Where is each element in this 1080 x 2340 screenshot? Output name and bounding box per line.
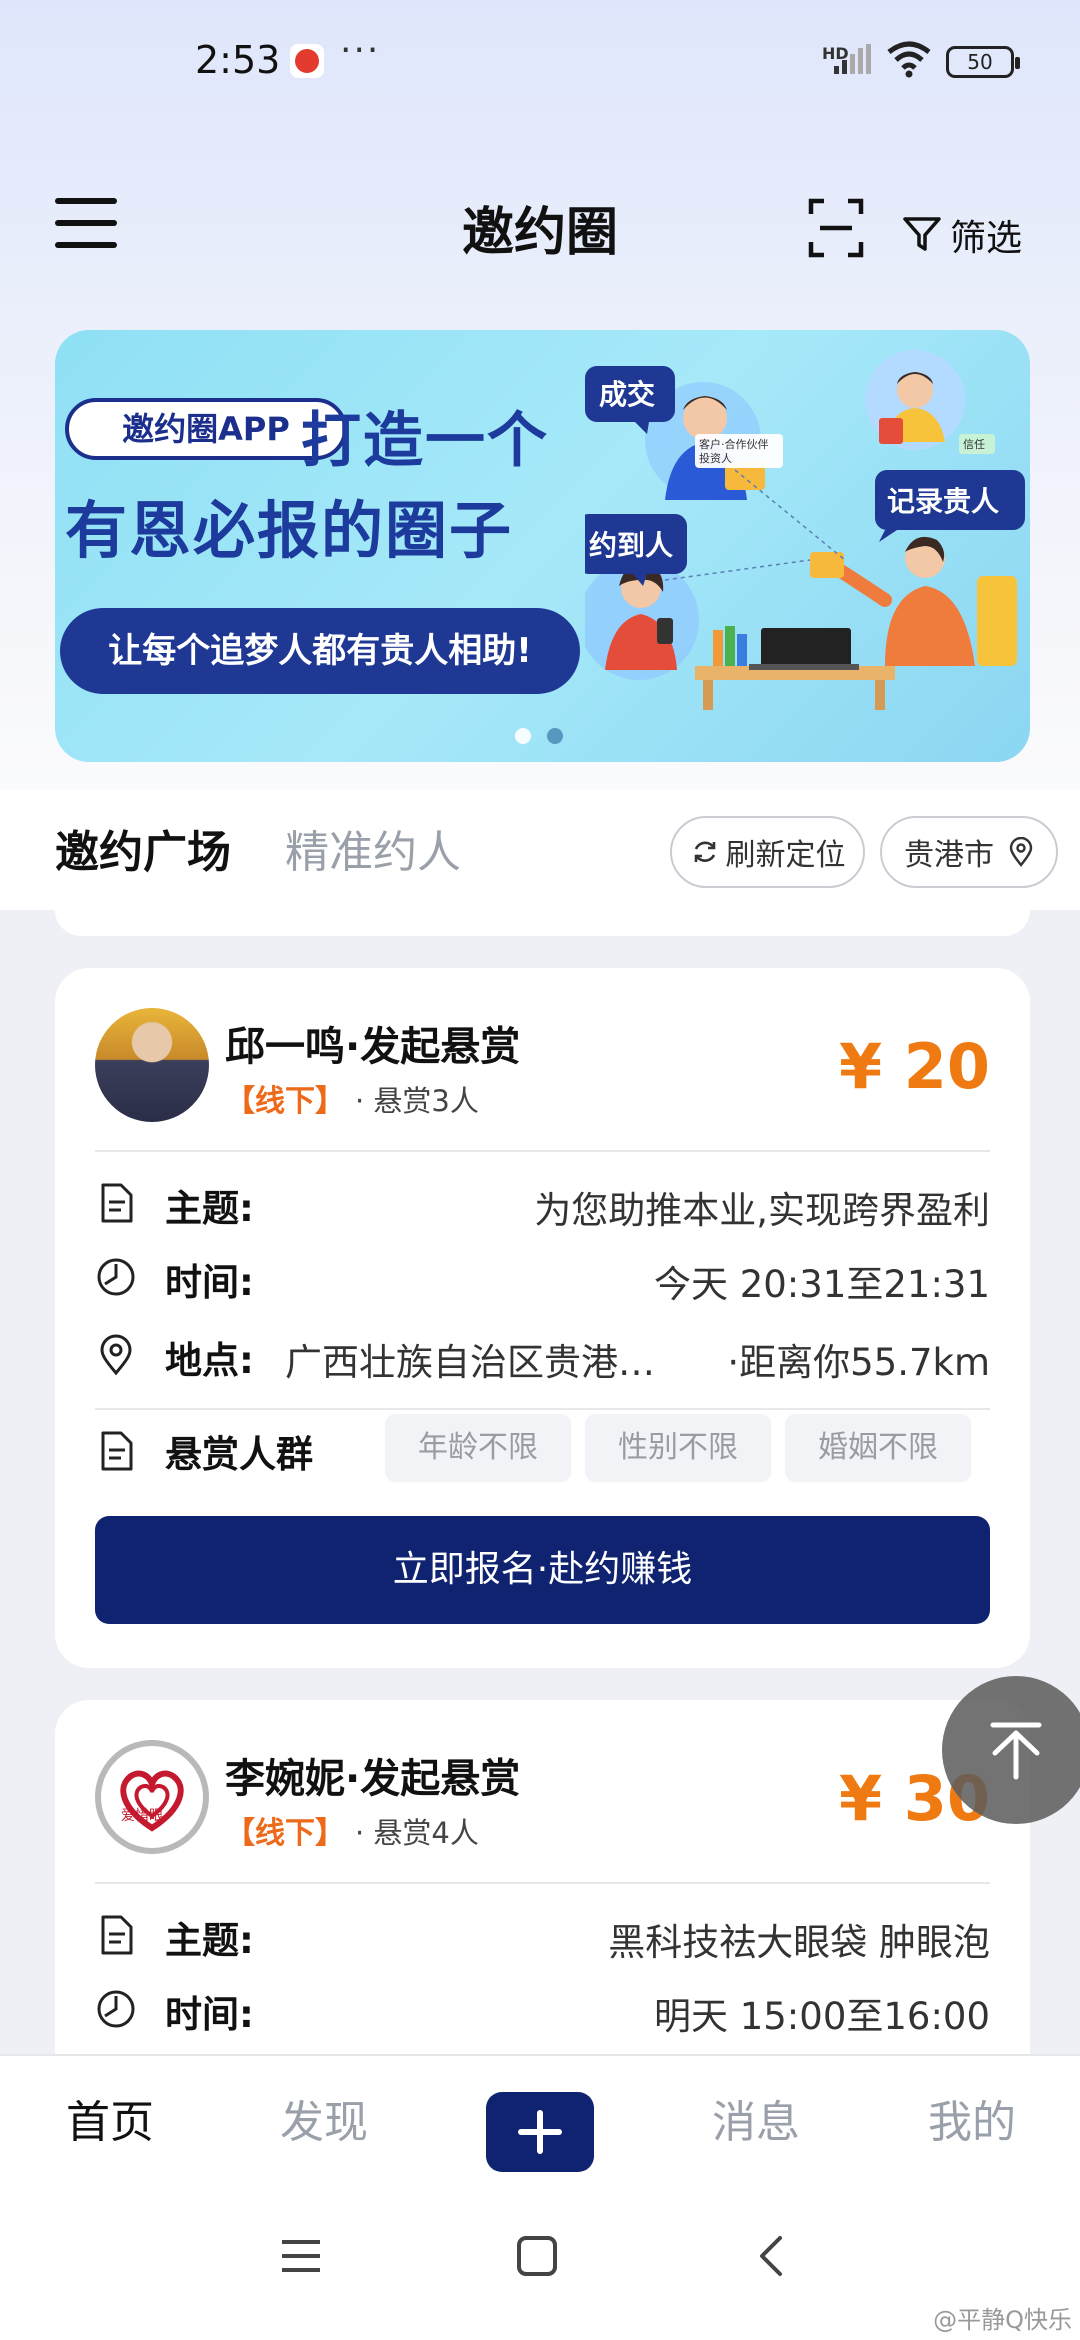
status-time: 2:53: [195, 38, 281, 82]
invitation-card[interactable]: 邱一鸣·发起悬赏 【线下】 · 悬赏3人 ¥ 20 主题: 为您助推本业,实现跨…: [55, 968, 1030, 1668]
tab-invitation-square[interactable]: 邀约广场: [55, 816, 231, 880]
reward-count: · 悬赏3人: [355, 1084, 479, 1118]
document-icon: [101, 1915, 133, 1955]
distance-value: ·距离你55.7km: [727, 1341, 990, 1384]
bubble-meet-text: 约到人: [589, 529, 673, 562]
refresh-icon: [694, 841, 715, 862]
arrow-up-icon: [990, 1722, 1042, 1780]
battery-icon: 50: [946, 46, 1020, 78]
bottom-navigation: 首页 发现 消息 我的: [0, 2054, 1080, 2194]
place-row: 地点: 广西壮族自治区贵港市港北区 ·距离你55.7km: [95, 1324, 990, 1384]
bubble-deal-text: 成交: [599, 378, 655, 411]
svg-text:客户·合作伙伴: 客户·合作伙伴: [699, 437, 769, 451]
time-row: 时间: 今天 20:31至21:31: [95, 1246, 990, 1306]
divider: [95, 1408, 990, 1410]
clock-icon: [97, 1258, 135, 1296]
video-app-icon: [290, 44, 324, 78]
topic-value: 黑科技祛大眼袋 肿眼泡: [608, 1921, 990, 1964]
watermark: @平静Q快乐: [933, 2306, 1072, 2334]
status-bar: 2:53 ··· HD 50: [0, 0, 1080, 120]
location-pin-icon: [1009, 837, 1033, 867]
back-chevron-icon[interactable]: [752, 2234, 792, 2278]
banner-dot-2: [547, 728, 563, 744]
reward-price: ¥ 20: [838, 1030, 990, 1103]
document-icon: [101, 1183, 133, 1223]
heart-logo-icon: 爱惜眼: [120, 1770, 184, 1832]
banner-title-line1: 打造一个: [301, 406, 549, 476]
age-chip: 年龄不限: [385, 1414, 571, 1482]
banner-dot-1: [515, 728, 531, 744]
avatar[interactable]: [95, 1008, 209, 1122]
reward-count: · 悬赏4人: [355, 1816, 479, 1850]
offline-tag: 【线下】: [225, 1084, 345, 1119]
filter-icon: [903, 217, 941, 251]
marriage-chip: 婚姻不限: [785, 1414, 971, 1482]
city-label: 贵港市: [904, 838, 994, 873]
topic-value: 为您助推本业,实现跨界盈利: [534, 1189, 990, 1232]
add-post-button[interactable]: [486, 2092, 594, 2172]
system-navigation-bar: [0, 2194, 1080, 2340]
tabs-row: 邀约广场 精准约人 刷新定位 贵港市: [0, 790, 1080, 910]
svg-text:投资人: 投资人: [699, 451, 732, 465]
avatar[interactable]: 爱惜眼: [95, 1740, 209, 1854]
signal-icon: [834, 44, 871, 74]
more-notifications-icon: ···: [340, 30, 381, 71]
address-value: 广西壮族自治区贵港市港北区: [285, 1341, 665, 1384]
invitation-card[interactable]: 爱惜眼 李婉妮·发起悬赏 【线下】 · 悬赏4人 ¥ 30 主题: 黑科技祛大眼…: [55, 1700, 1030, 2054]
city-select-button[interactable]: 贵港市: [880, 816, 1058, 888]
nav-messages[interactable]: 消息: [712, 2086, 800, 2150]
time-value: 今天 20:31至21:31: [653, 1263, 990, 1306]
filter-button[interactable]: 筛选: [902, 210, 1022, 260]
time-label: 时间:: [165, 1261, 254, 1304]
promo-banner[interactable]: 邀约圈APP 打造一个 有恩必报的圈子 让每个追梦人都有贵人相助! 成交 客户·…: [55, 330, 1030, 762]
refresh-location-label: 刷新定位: [725, 838, 846, 873]
svg-text:信任: 信任: [963, 438, 985, 451]
time-label: 时间:: [165, 1993, 254, 2036]
nav-mine[interactable]: 我的: [928, 2086, 1016, 2150]
offline-tag: 【线下】: [225, 1816, 345, 1851]
divider: [95, 1150, 990, 1152]
tab-precise-invite[interactable]: 精准约人: [285, 816, 461, 880]
time-value: 明天 15:00至16:00: [653, 1995, 990, 2038]
document-icon: [101, 1431, 133, 1471]
home-square-icon[interactable]: [514, 2234, 560, 2278]
location-pin-icon: [100, 1334, 132, 1376]
invitation-list[interactable]: 邱一鸣·发起悬赏 【线下】 · 悬赏3人 ¥ 20 主题: 为您助推本业,实现跨…: [0, 910, 1080, 2054]
nav-discover[interactable]: 发现: [280, 2086, 368, 2150]
time-row: 时间: 明天 15:00至16:00: [95, 1978, 990, 2038]
clock-icon: [97, 1990, 135, 2028]
back-to-top-button[interactable]: [942, 1676, 1080, 1824]
topic-label: 主题:: [165, 1919, 254, 1962]
place-label: 地点:: [165, 1339, 254, 1382]
crowd-label: 悬赏人群: [165, 1433, 313, 1476]
recent-apps-icon[interactable]: [278, 2234, 324, 2278]
gender-chip: 性别不限: [585, 1414, 771, 1482]
banner-title-line2: 有恩必报的圈子: [65, 494, 514, 567]
banner-illustration: 成交 客户·合作伙伴 投资人 信任 记录贵人 约到人: [585, 350, 1025, 710]
filter-label: 筛选: [950, 218, 1023, 259]
crowd-row: 悬赏人群 年龄不限 性别不限 婚姻不限: [95, 1414, 990, 1494]
svg-text:爱惜眼: 爱惜眼: [121, 1808, 163, 1824]
bubble-record-text: 记录贵人: [887, 485, 999, 518]
refresh-location-button[interactable]: 刷新定位: [670, 816, 865, 888]
nav-home[interactable]: 首页: [66, 2086, 154, 2150]
signup-button[interactable]: 立即报名·赴约赚钱: [95, 1516, 990, 1624]
topic-row: 主题: 为您助推本业,实现跨界盈利: [95, 1172, 990, 1232]
card-title: 李婉妮·发起悬赏: [225, 1756, 521, 1802]
banner-slogan: 让每个追梦人都有贵人相助!: [60, 608, 580, 694]
card-title: 邱一鸣·发起悬赏: [225, 1024, 521, 1070]
topic-row: 主题: 黑科技祛大眼袋 肿眼泡: [95, 1904, 990, 1964]
topic-label: 主题:: [165, 1187, 254, 1230]
scan-icon[interactable]: [808, 198, 864, 258]
wifi-icon: [887, 41, 931, 78]
banner-pagination: [515, 728, 579, 744]
previous-card-edge: [55, 910, 1030, 936]
divider: [95, 1882, 990, 1884]
